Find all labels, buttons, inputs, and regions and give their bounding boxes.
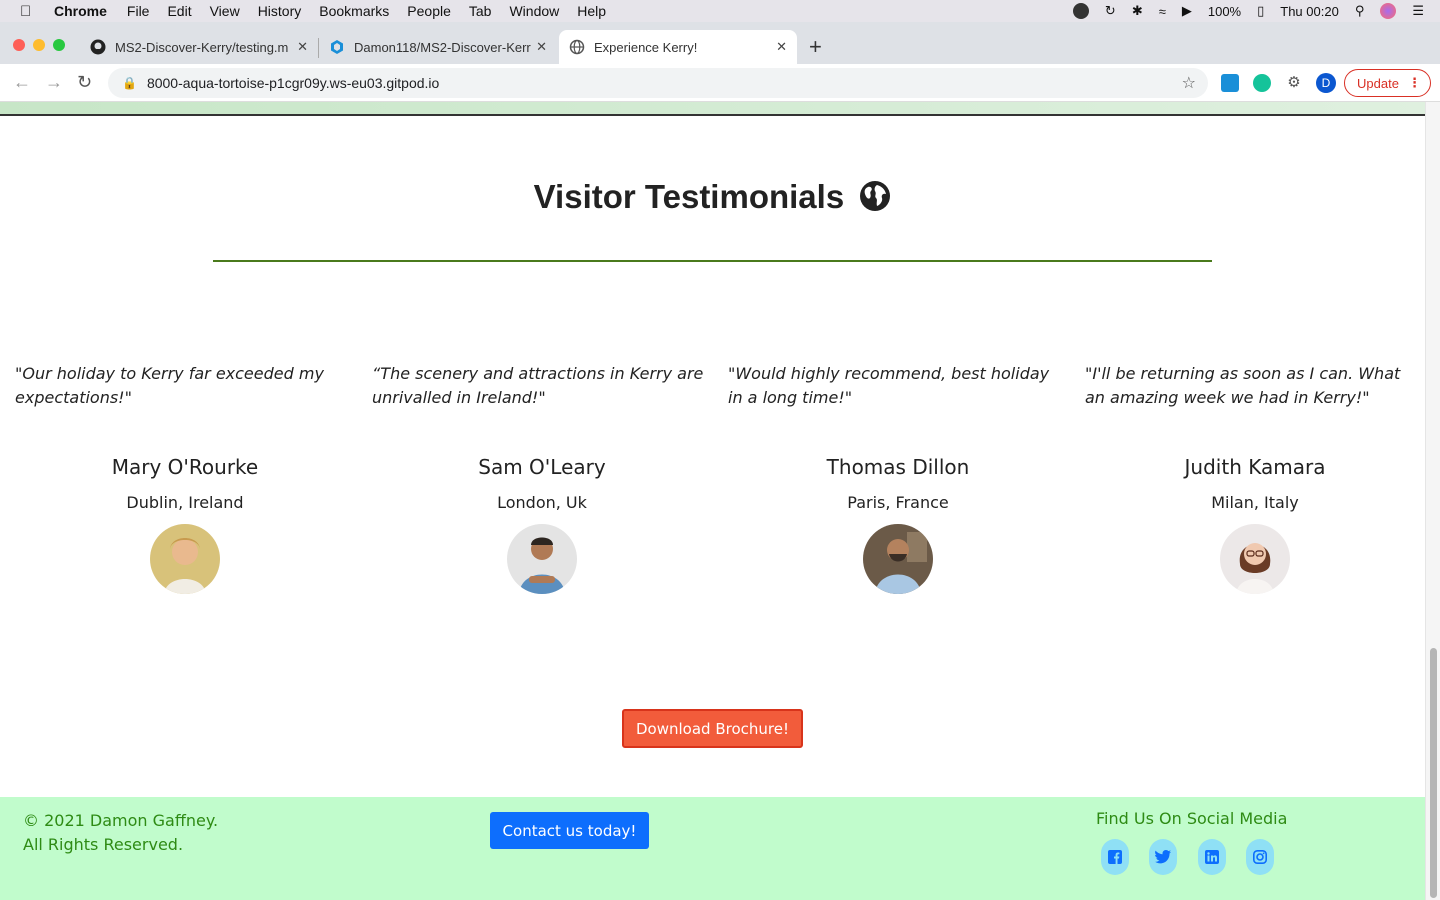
testimonial-card: "I'll be returning as soon as I can. Wha… [1085, 362, 1425, 594]
time-machine-icon[interactable]: ↻ [1105, 3, 1116, 19]
testimonial-name: Judith Kamara [1184, 455, 1326, 479]
gitpod-extension-icon[interactable] [1221, 74, 1239, 92]
copyright-line: © 2021 Damon Gaffney. [23, 811, 219, 830]
hero-bottom-edge [0, 102, 1425, 116]
reload-icon[interactable]: ↻ [77, 72, 92, 93]
testimonial-quote: "Would highly recommend, best holiday in… [728, 364, 1050, 407]
menu-history[interactable]: History [258, 3, 302, 19]
testimonial-location: London, Uk [497, 493, 587, 512]
testimonial-location: Paris, France [847, 493, 949, 512]
tab-experience-kerry[interactable]: Experience Kerry! ✕ [559, 30, 797, 64]
social-heading: Find Us On Social Media [1096, 809, 1288, 828]
browser-toolbar: ← → ↻ 🔒 8000-aqua-tortoise-p1cgr09y.ws-e… [0, 64, 1440, 102]
section-heading: Visitor Testimonials [0, 178, 1425, 220]
tab-testing-md[interactable]: MS2-Discover-Kerry/testing.m ✕ [80, 30, 318, 64]
bluetooth-icon[interactable]: ✱ [1132, 3, 1143, 19]
testimonial-location: Dublin, Ireland [126, 493, 244, 512]
copyright-line: All Rights Reserved. [23, 835, 184, 854]
testimonial-card: “The scenery and attractions in Kerry ar… [372, 362, 712, 594]
tab-title: Experience Kerry! [594, 39, 698, 55]
menu-window[interactable]: Window [509, 3, 559, 19]
avatar [507, 524, 577, 594]
facebook-icon[interactable] [1101, 839, 1129, 875]
profile-avatar[interactable]: D [1316, 73, 1336, 93]
update-button[interactable]: Update ⋮ [1344, 69, 1431, 97]
contact-button[interactable]: Contact us today! [490, 812, 649, 849]
close-tab-icon[interactable]: ✕ [536, 39, 547, 55]
more-menu-icon[interactable]: ⋮ [1408, 75, 1421, 91]
url-text[interactable]: 8000-aqua-tortoise-p1cgr09y.ws-eu03.gitp… [147, 75, 439, 91]
footer: © 2021 Damon Gaffney. All Rights Reserve… [0, 797, 1425, 900]
menu-bookmarks[interactable]: Bookmarks [319, 3, 389, 19]
forward-icon[interactable]: → [45, 72, 63, 93]
tab-title: Damon118/MS2-Discover-Kerr [354, 39, 531, 55]
testimonial-name: Thomas Dillon [826, 455, 970, 479]
close-window-button[interactable] [13, 39, 25, 51]
tab-gitpod-repo[interactable]: Damon118/MS2-Discover-Kerr ✕ [319, 30, 557, 64]
close-tab-icon[interactable]: ✕ [297, 39, 308, 55]
menu-edit[interactable]: Edit [167, 3, 191, 19]
scrollbar[interactable] [1425, 102, 1440, 900]
globe-icon [859, 180, 891, 220]
page-viewport: Visitor Testimonials "Our holiday to Ker… [0, 102, 1425, 900]
avatar [1220, 524, 1290, 594]
back-icon[interactable]: ← [13, 72, 31, 93]
zoom-window-button[interactable] [53, 39, 65, 51]
status-check-icon[interactable] [1072, 3, 1089, 19]
download-brochure-button[interactable]: Download Brochure! [622, 709, 803, 748]
control-center-icon[interactable]: ☰ [1412, 3, 1424, 19]
clock[interactable]: Thu 00:20 [1280, 4, 1339, 19]
testimonial-name: Sam O'Leary [478, 455, 606, 479]
testimonial-quote: “The scenery and attractions in Kerry ar… [372, 364, 704, 407]
github-icon [90, 39, 106, 55]
testimonial-card: "Our holiday to Kerry far exceeded my ex… [15, 362, 355, 594]
menu-chrome[interactable]: Chrome [54, 3, 107, 19]
apple-icon[interactable]:  [20, 3, 38, 20]
extensions-puzzle-icon[interactable]: ⚙ [1285, 74, 1303, 92]
heading-divider [213, 260, 1212, 262]
menu-people[interactable]: People [407, 3, 451, 19]
testimonial-quote: "Our holiday to Kerry far exceeded my ex… [15, 364, 324, 407]
mac-menu-bar:  Chrome File Edit View History Bookmark… [0, 0, 1440, 22]
twitter-icon[interactable] [1149, 839, 1177, 875]
close-tab-icon[interactable]: ✕ [776, 39, 787, 55]
tab-strip: MS2-Discover-Kerry/testing.m ✕ Damon118/… [0, 22, 1440, 64]
testimonial-quote: "I'll be returning as soon as I can. Wha… [1085, 364, 1401, 407]
menu-tab[interactable]: Tab [469, 3, 492, 19]
lock-icon[interactable]: 🔒 [122, 76, 137, 90]
tab-title: MS2-Discover-Kerry/testing.m [115, 39, 289, 55]
battery-status[interactable]: 100% [1208, 4, 1241, 19]
avatar [863, 524, 933, 594]
avatar [150, 524, 220, 594]
volume-icon[interactable]: ▶ [1182, 3, 1192, 19]
gitpod-icon [329, 39, 345, 55]
scrollbar-thumb[interactable] [1430, 648, 1437, 898]
bookmark-star-icon[interactable]: ☆ [1182, 73, 1196, 93]
address-bar[interactable]: 🔒 8000-aqua-tortoise-p1cgr09y.ws-eu03.gi… [108, 68, 1208, 98]
new-tab-icon[interactable]: + [809, 34, 822, 60]
instagram-icon[interactable] [1246, 839, 1274, 875]
linkedin-icon[interactable] [1198, 839, 1226, 875]
siri-icon[interactable] [1380, 3, 1397, 19]
heading-text: Visitor Testimonials [533, 178, 845, 215]
globe-icon [569, 39, 585, 55]
spotlight-search-icon[interactable]: ⚲ [1355, 3, 1365, 19]
battery-icon: ▯ [1257, 3, 1265, 18]
testimonial-location: Milan, Italy [1211, 493, 1299, 512]
update-label: Update [1357, 75, 1399, 91]
menu-help[interactable]: Help [577, 3, 606, 19]
menu-file[interactable]: File [127, 3, 150, 19]
testimonial-card: "Would highly recommend, best holiday in… [728, 362, 1068, 594]
menu-view[interactable]: View [210, 3, 240, 19]
wifi-icon[interactable]: ≈ [1159, 4, 1166, 19]
grammarly-extension-icon[interactable] [1253, 74, 1271, 92]
testimonial-name: Mary O'Rourke [111, 455, 259, 479]
minimize-window-button[interactable] [33, 39, 45, 51]
copyright: © 2021 Damon Gaffney. All Rights Reserve… [23, 809, 218, 857]
